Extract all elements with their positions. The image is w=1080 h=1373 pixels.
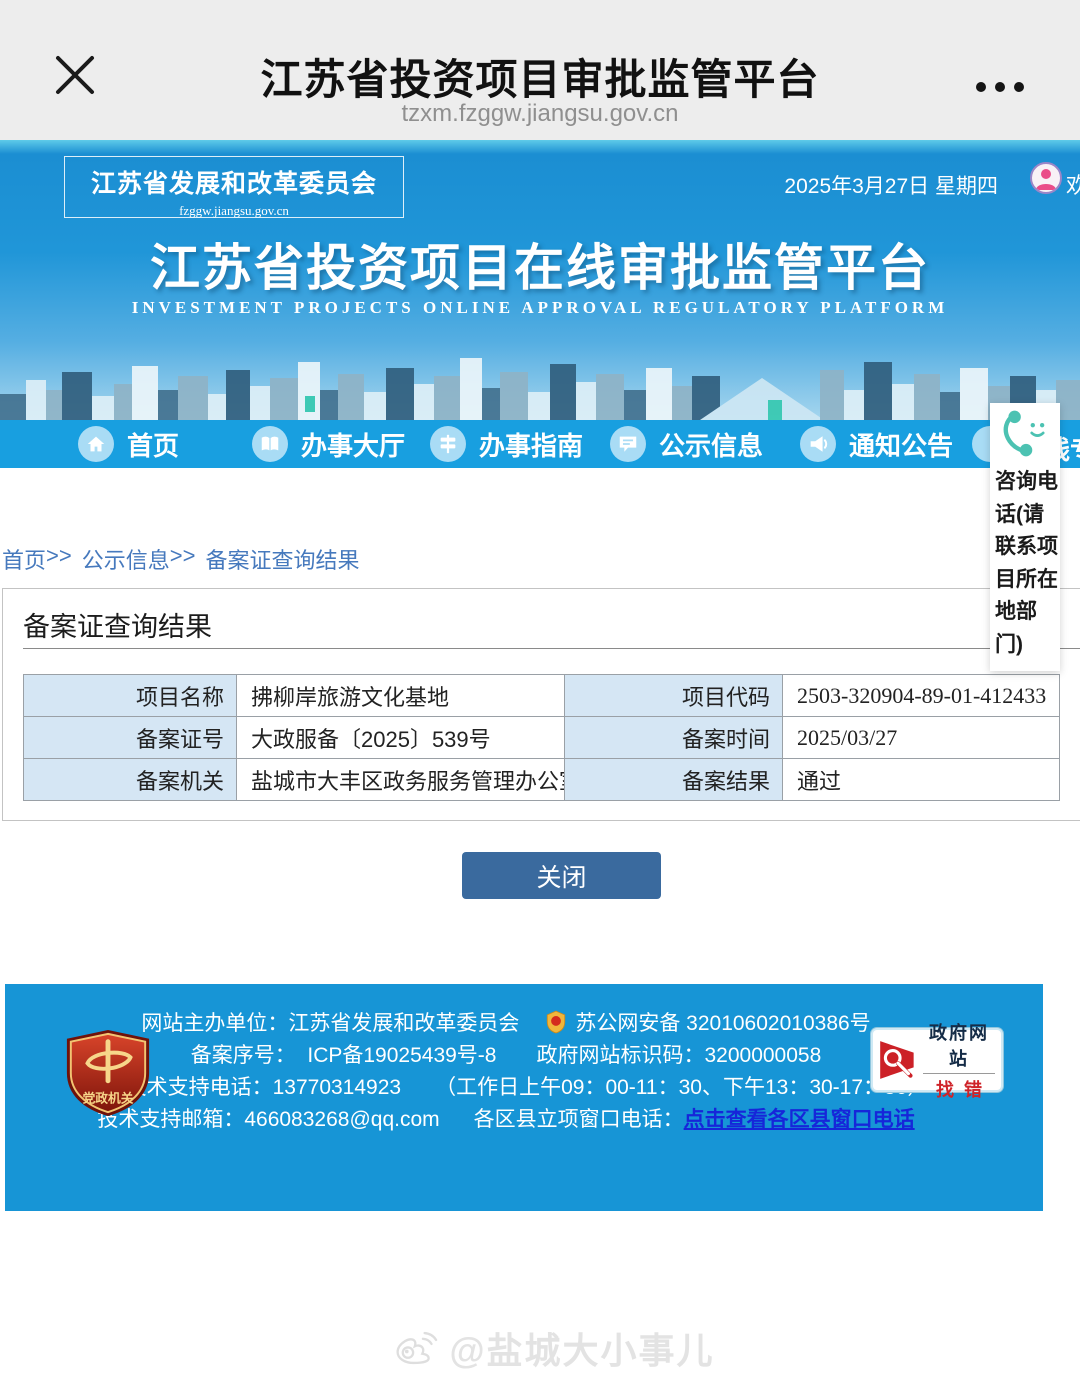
emblem-label: 党政机关 [83,1090,134,1105]
nav-item-announcements[interactable]: 通知公告 [800,420,953,468]
footer-security-badge[interactable]: 苏公网安备 32010602010386号 [575,1007,870,1037]
field-label: 备案证号 [24,717,237,759]
consult-phone-box[interactable]: 咨询电话(请联系项目所在地部门) [990,403,1060,671]
error-report-title: 政府网站 [921,1019,997,1071]
footer-window-phone-link[interactable]: 点击查看各区县窗口电话 [684,1103,915,1133]
nav-label: 办事指南 [479,426,583,463]
field-value: 拂柳岸旅游文化基地 [237,675,565,717]
field-value: 盐城市大丰区政务服务管理办公室 [237,759,565,801]
breadcrumb-home[interactable]: 首页 [2,543,46,575]
city-skyline-image [0,348,1080,420]
page-url: tzxm.fzggw.jiangsu.gov.cn [0,100,1080,128]
nav-item-public-info[interactable]: 公示信息 [610,420,763,468]
org-url: fzggw.jiangsu.gov.cn [65,203,403,219]
platform-title: 江苏省投资项目在线审批监管平台 [0,228,1080,300]
phone-smile-icon [998,407,1052,461]
footer-host: 网站主办单位：江苏省发展和改革委员会 [141,1007,519,1037]
breadcrumb-public-info[interactable]: 公示信息 [82,543,170,575]
nav-label: 通知公告 [849,426,953,463]
magnifier-flag-icon [877,1037,921,1083]
weibo-icon [393,1328,439,1368]
field-value: 通过 [783,759,1060,801]
chat-bubble-icon [610,426,646,462]
site-banner: 江苏省发展和改革委员会 fzggw.jiangsu.gov.cn 2025年3月… [0,140,1080,420]
breadcrumb-current: 备案证查询结果 [205,543,359,575]
panel-title: 备案证查询结果 [23,605,212,644]
field-label: 备案机关 [24,759,237,801]
error-report-action: 找错 [921,1076,997,1102]
megaphone-icon [800,426,836,462]
site-footer: 网站主办单位：江苏省发展和改革委员会 苏公网安备 32010602010386号… [5,984,1043,1211]
result-panel: 备案证查询结果 项目名称 拂柳岸旅游文化基地 项目代码 2503-320904-… [2,588,1080,821]
breadcrumb: 首页>>公示信息>>备案证查询结果 [2,543,359,575]
consult-phone-text: 咨询电话(请联系项目所在地部门) [992,466,1058,661]
close-button[interactable]: 关闭 [462,852,661,899]
field-value: 2503-320904-89-01-412433 [783,675,1060,717]
nav-label: 办事大厅 [301,426,405,463]
nav-label: 首页 [127,426,179,463]
table-row: 备案机关 盐城市大丰区政务服务管理办公室 备案结果 通过 [24,759,1060,801]
nav-item-guide[interactable]: 办事指南 [430,420,583,468]
party-gov-emblem-icon: 党政机关 [57,1028,159,1118]
table-row: 项目名称 拂柳岸旅游文化基地 项目代码 2503-320904-89-01-41… [24,675,1060,717]
police-badge-icon [545,1010,567,1034]
field-value: 2025/03/27 [783,717,1060,759]
field-label: 备案时间 [565,717,783,759]
main-navigation: 首页 办事大厅 办事指南 公示信息 通知公告 在线专题 [0,420,1080,468]
nav-label: 公示信息 [659,426,763,463]
footer-window-phone-label: 各区县立项窗口电话： [474,1103,684,1133]
home-icon [78,426,114,462]
error-report-divider [923,1073,995,1074]
nav-item-home[interactable]: 首页 [78,420,179,468]
signpost-icon [430,426,466,462]
field-label: 备案结果 [565,759,783,801]
field-label: 项目代码 [565,675,783,717]
watermark: @盐城大小事儿 [14,1322,1080,1373]
field-value: 大政服备〔2025〕539号 [237,717,565,759]
page-title: 江苏省投资项目审批监管平台 [0,46,1080,107]
org-logo-box[interactable]: 江苏省发展和改革委员会 fzggw.jiangsu.gov.cn [64,156,404,218]
breadcrumb-separator: >> [170,543,196,575]
greeting-text-partial: 欢 [1066,168,1080,200]
nav-item-service-hall[interactable]: 办事大厅 [252,420,405,468]
footer-site-code: 政府网站标识码：3200000058 [536,1039,821,1069]
platform-subtitle-en: INVESTMENT PROJECTS ONLINE APPROVAL REGU… [0,298,1080,318]
error-report-box[interactable]: 政府网站 找错 [871,1028,1003,1092]
watermark-text: @盐城大小事儿 [449,1322,714,1373]
more-menu-icon[interactable] [976,82,1024,92]
field-label: 项目名称 [24,675,237,717]
browser-titlebar: 江苏省投资项目审批监管平台 tzxm.fzggw.jiangsu.gov.cn [0,0,1080,140]
title-divider [23,648,1080,649]
org-name: 江苏省发展和改革委员会 [65,164,403,200]
banner-date: 2025年3月27日 星期四 [784,170,998,200]
table-row: 备案证号 大政服备〔2025〕539号 备案时间 2025/03/27 [24,717,1060,759]
book-icon [252,426,288,462]
footer-work-hours: （工作日上午09：00-11：30、下午13：30-17：30） [435,1071,928,1101]
result-table: 项目名称 拂柳岸旅游文化基地 项目代码 2503-320904-89-01-41… [23,674,1060,801]
user-avatar-icon[interactable] [1030,162,1062,194]
footer-icp: 备案序号： ICP备19025439号-8 [191,1039,497,1069]
breadcrumb-separator: >> [46,543,72,575]
